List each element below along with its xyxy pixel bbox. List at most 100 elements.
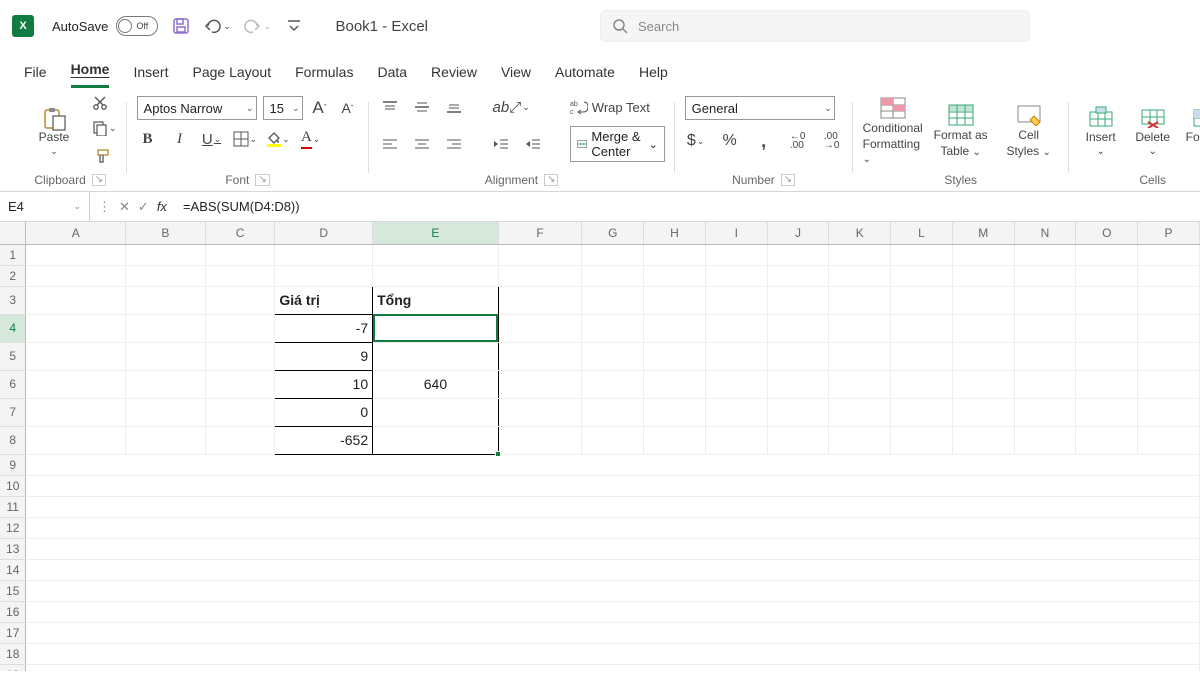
cell[interactable] — [952, 370, 1014, 398]
cell[interactable] — [1014, 426, 1076, 454]
col-header[interactable]: J — [767, 222, 829, 244]
decrease-font-icon[interactable]: Aˇ — [337, 97, 359, 119]
cell[interactable] — [1138, 314, 1200, 342]
cell[interactable] — [205, 370, 275, 398]
cell[interactable] — [26, 244, 126, 265]
formula-input[interactable]: =ABS(SUM(D4:D8)) — [175, 199, 1200, 214]
cell[interactable] — [705, 244, 767, 265]
col-header[interactable]: A — [26, 222, 126, 244]
cell-e4-selected[interactable] — [373, 314, 499, 342]
row-header[interactable]: 18 — [0, 643, 26, 664]
autosave-toggle[interactable]: AutoSave Off — [52, 16, 158, 36]
number-format-combo[interactable]: General⌄ — [685, 96, 835, 120]
decrease-decimal-icon[interactable]: .00→0 — [821, 130, 843, 152]
cell[interactable] — [829, 265, 891, 286]
cell[interactable] — [705, 426, 767, 454]
cell[interactable] — [26, 496, 1200, 517]
currency-button[interactable]: $⌄ — [685, 130, 707, 152]
undo-button[interactable]: ⌄ — [202, 15, 231, 37]
cell[interactable] — [126, 314, 206, 342]
row-header[interactable]: 3 — [0, 286, 26, 314]
cell[interactable] — [829, 314, 891, 342]
cell[interactable] — [582, 342, 644, 370]
cell[interactable] — [952, 342, 1014, 370]
number-dialog-launcher[interactable]: ↘ — [781, 174, 795, 186]
cell[interactable] — [582, 370, 644, 398]
row-header[interactable]: 9 — [0, 454, 26, 475]
cell[interactable] — [767, 265, 829, 286]
cell[interactable] — [205, 286, 275, 314]
cell[interactable] — [705, 370, 767, 398]
col-header[interactable]: D — [275, 222, 373, 244]
tab-view[interactable]: View — [501, 64, 531, 88]
col-header[interactable]: K — [829, 222, 891, 244]
cell[interactable] — [205, 244, 275, 265]
row-header[interactable]: 14 — [0, 559, 26, 580]
cell[interactable] — [126, 265, 206, 286]
cell[interactable] — [1076, 286, 1138, 314]
autosave-toggle-track[interactable]: Off — [116, 16, 158, 36]
cell[interactable] — [644, 286, 706, 314]
cell[interactable] — [891, 314, 953, 342]
row-header[interactable]: 2 — [0, 265, 26, 286]
cell-d6[interactable]: 10 — [275, 370, 373, 398]
percent-button[interactable]: % — [719, 130, 741, 152]
increase-font-icon[interactable]: Aˆ — [309, 97, 331, 119]
cell[interactable] — [1138, 244, 1200, 265]
row-header[interactable]: 12 — [0, 517, 26, 538]
cell-d5[interactable]: 9 — [275, 342, 373, 370]
cell[interactable] — [829, 244, 891, 265]
cell[interactable] — [644, 370, 706, 398]
cell[interactable] — [373, 244, 499, 265]
clipboard-dialog-launcher[interactable]: ↘ — [92, 174, 106, 186]
cell[interactable] — [644, 426, 706, 454]
cell-e3[interactable]: Tổng — [373, 286, 499, 314]
cell[interactable] — [767, 314, 829, 342]
cell[interactable] — [582, 426, 644, 454]
row-header[interactable]: 13 — [0, 538, 26, 559]
cell[interactable] — [126, 426, 206, 454]
cell[interactable] — [1138, 398, 1200, 426]
cell[interactable] — [644, 342, 706, 370]
cell[interactable] — [26, 643, 1200, 664]
cell-d3[interactable]: Giá trị — [275, 286, 373, 314]
cell[interactable] — [582, 398, 644, 426]
row-header[interactable]: 19 — [0, 664, 26, 671]
fx-icon[interactable]: fx — [157, 199, 167, 214]
bold-button[interactable]: B — [137, 128, 159, 150]
cell[interactable] — [205, 314, 275, 342]
cell[interactable] — [205, 398, 275, 426]
save-icon[interactable] — [172, 17, 190, 35]
cell[interactable] — [829, 370, 891, 398]
fill-color-button[interactable]: ⌄ — [267, 128, 290, 150]
align-middle-icon[interactable] — [411, 96, 433, 118]
cell[interactable] — [644, 265, 706, 286]
cell[interactable] — [891, 286, 953, 314]
col-header[interactable]: L — [891, 222, 953, 244]
col-header[interactable]: F — [498, 222, 582, 244]
cell[interactable] — [644, 244, 706, 265]
col-header[interactable]: G — [582, 222, 644, 244]
cell[interactable] — [26, 601, 1200, 622]
row-header[interactable]: 15 — [0, 580, 26, 601]
cell[interactable] — [26, 664, 1200, 671]
cell[interactable] — [498, 265, 582, 286]
cell[interactable] — [126, 370, 206, 398]
cell[interactable] — [1014, 265, 1076, 286]
cell[interactable] — [26, 265, 126, 286]
cell[interactable] — [644, 398, 706, 426]
col-header[interactable]: N — [1014, 222, 1076, 244]
cell[interactable] — [891, 265, 953, 286]
cell[interactable] — [26, 342, 126, 370]
cell[interactable] — [891, 370, 953, 398]
comma-button[interactable]: , — [753, 130, 775, 152]
cell[interactable] — [26, 398, 126, 426]
cell[interactable] — [829, 398, 891, 426]
alignment-dialog-launcher[interactable]: ↘ — [544, 174, 558, 186]
font-color-button[interactable]: A⌄ — [300, 128, 322, 150]
merge-center-button[interactable]: Merge & Center ⌄ — [570, 126, 665, 162]
cell[interactable] — [26, 286, 126, 314]
cell[interactable] — [205, 342, 275, 370]
row-header[interactable]: 4 — [0, 314, 26, 342]
row-header[interactable]: 1 — [0, 244, 26, 265]
